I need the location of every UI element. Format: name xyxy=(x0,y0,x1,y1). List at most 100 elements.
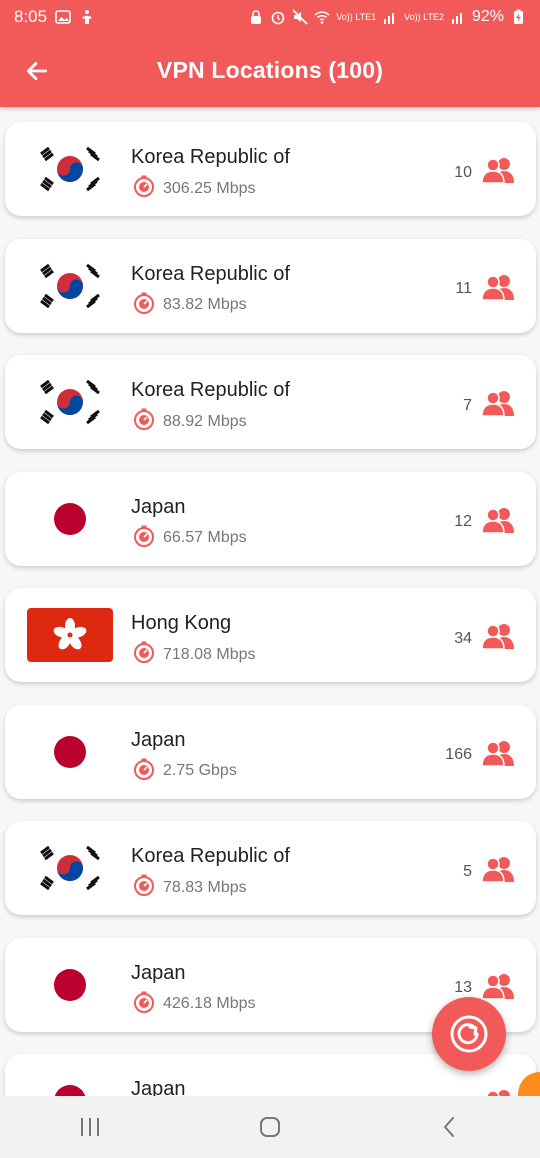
speed-row: 426.18 Mbps xyxy=(133,991,256,1018)
speed-value: 718.08 Mbps xyxy=(163,645,256,663)
server-card[interactable]: Japan 66.57 Mbps 12 xyxy=(5,471,536,566)
speed-value: 306.25 Mbps xyxy=(163,179,256,197)
country-name: Korea Republic of xyxy=(131,379,290,401)
speedometer-icon xyxy=(133,641,155,668)
flag-jp-icon xyxy=(27,724,113,779)
users-icon xyxy=(481,855,516,888)
back-nav-button[interactable] xyxy=(420,1107,480,1147)
speedometer-icon xyxy=(133,292,155,319)
battery-level: 92% xyxy=(471,8,504,25)
flag-jp-icon xyxy=(27,1074,113,1096)
country-name: Japan xyxy=(131,495,186,518)
country-name: Korea Republic of xyxy=(131,262,290,285)
home-button[interactable] xyxy=(240,1107,300,1147)
flag-hk-icon xyxy=(27,608,113,662)
refresh-icon xyxy=(450,1015,488,1053)
speed-value: 426.18 Mbps xyxy=(163,995,256,1012)
users-indicator: 10 xyxy=(454,156,516,189)
gallery-icon xyxy=(55,10,71,24)
country-name: Japan xyxy=(131,961,186,984)
users-indicator: 7 xyxy=(463,389,516,422)
speed-value: 88.92 Mbps xyxy=(163,412,247,430)
speedometer-icon xyxy=(133,175,155,202)
country-name: Korea Republic of xyxy=(131,146,290,168)
users-count: 5 xyxy=(463,862,472,880)
alarm-icon xyxy=(271,11,285,25)
speed-value: 66.57 Mbps xyxy=(163,529,247,546)
flag-kr-icon xyxy=(27,258,113,313)
status-bar: 8:05 Vo)) LTE1 Vo)) LTE2 92% xyxy=(0,0,540,34)
country-name: Japan xyxy=(131,728,186,751)
speed-row: 718.08 Mbps xyxy=(133,641,256,668)
users-indicator: 11 xyxy=(455,273,516,306)
server-list[interactable]: Korea Republic of 306.25 Mbps 10 Korea R… xyxy=(0,107,540,1096)
refresh-button[interactable] xyxy=(432,997,506,1071)
speed-row: 2.75 Gbps xyxy=(133,758,237,785)
server-card[interactable]: Korea Republic of 83.82 Mbps 11 xyxy=(5,238,536,333)
speed-row: 83.82 Mbps xyxy=(133,292,247,319)
recents-icon xyxy=(81,1118,99,1136)
battery-charging-icon xyxy=(514,9,523,24)
users-indicator: 166 xyxy=(445,739,516,772)
wifi-icon xyxy=(314,11,330,24)
flag-kr-icon xyxy=(27,142,113,196)
speed-value: 78.83 Mbps xyxy=(163,878,247,896)
users-indicator xyxy=(472,1088,516,1096)
sim2-label: Vo)) LTE2 xyxy=(404,11,444,22)
app-bar: VPN Locations (100) xyxy=(0,34,540,107)
signal-icon xyxy=(384,13,395,24)
speed-row: 78.83 Mbps xyxy=(133,874,247,901)
flag-jp-icon xyxy=(27,957,113,1012)
users-count: 10 xyxy=(454,163,472,181)
back-button[interactable] xyxy=(18,52,56,90)
users-count: 12 xyxy=(454,513,472,530)
lock-icon xyxy=(251,10,262,24)
users-icon xyxy=(481,156,516,189)
server-card[interactable]: Japan 2.75 Gbps 166 xyxy=(5,704,536,799)
users-icon xyxy=(481,389,516,422)
speedometer-icon xyxy=(133,525,155,552)
server-card[interactable]: Korea Republic of 88.92 Mbps 7 xyxy=(5,355,536,449)
speed-value: 2.75 Gbps xyxy=(163,762,237,779)
chevron-left-icon xyxy=(444,1117,454,1137)
users-icon xyxy=(482,1088,516,1096)
users-indicator: 5 xyxy=(463,855,516,888)
users-icon xyxy=(481,506,516,539)
arrow-left-icon xyxy=(26,62,48,80)
signal-icon xyxy=(451,13,462,24)
speedometer-icon xyxy=(133,408,155,435)
users-count: 166 xyxy=(445,746,472,763)
users-icon xyxy=(481,622,516,655)
users-indicator: 12 xyxy=(454,506,516,539)
speedometer-icon xyxy=(133,991,155,1018)
accessibility-icon xyxy=(82,10,93,24)
users-count: 13 xyxy=(454,979,472,996)
users-icon xyxy=(481,739,516,772)
speed-row: 66.57 Mbps xyxy=(133,525,247,552)
country-name: Hong Kong xyxy=(131,612,232,634)
server-card[interactable]: Korea Republic of 78.83 Mbps 5 xyxy=(5,821,536,915)
users-count: 11 xyxy=(455,280,472,297)
page-title: VPN Locations (100) xyxy=(156,57,384,83)
server-card[interactable]: Hong Kong 718.08 Mbps 34 xyxy=(5,588,536,682)
country-name: Korea Republic of xyxy=(131,845,290,867)
users-icon xyxy=(481,972,516,1005)
sim1-label: Vo)) LTE1 xyxy=(336,11,377,22)
country-name: Japan xyxy=(131,1078,186,1096)
speed-row: 306.25 Mbps xyxy=(133,175,256,202)
recents-button[interactable] xyxy=(60,1107,120,1147)
speed-row: 88.92 Mbps xyxy=(133,408,247,435)
flag-kr-icon xyxy=(27,841,113,895)
status-time: 8:05 xyxy=(14,7,48,26)
mute-icon xyxy=(292,9,308,25)
users-count: 7 xyxy=(463,396,472,414)
users-indicator: 34 xyxy=(454,622,516,655)
flag-jp-icon xyxy=(27,491,113,546)
system-nav-bar xyxy=(0,1096,540,1158)
home-icon xyxy=(260,1117,280,1137)
server-card[interactable]: Korea Republic of 306.25 Mbps 10 xyxy=(5,122,536,216)
users-icon xyxy=(481,273,516,306)
speed-value: 83.82 Mbps xyxy=(163,296,247,313)
flag-kr-icon xyxy=(27,375,113,429)
speedometer-icon xyxy=(133,874,155,901)
